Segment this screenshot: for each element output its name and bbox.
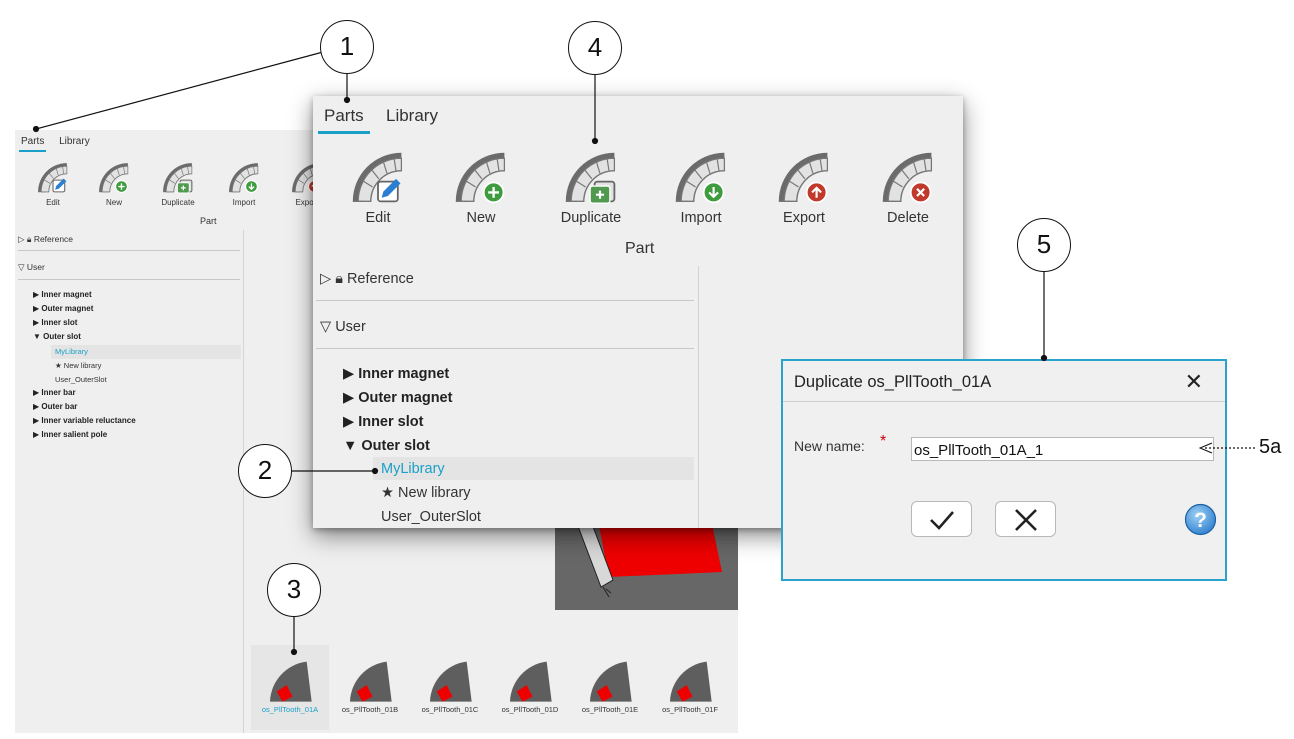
dialog-title: Duplicate os_PllTooth_01A [794,373,992,391]
required-marker: * [880,433,887,450]
small-edit-button[interactable]: Edit [23,162,83,207]
divider [18,279,240,280]
tree-reference[interactable]: ▷ 🔒︎ Reference [320,271,414,287]
active-tab-indicator [318,131,370,134]
close-icon[interactable]: ✕ [1185,369,1203,395]
tree-item-outer-magnet[interactable]: ▶ Outer magnet [343,390,452,406]
tree-item-outer-slot[interactable]: ▼ Outer slot [343,438,430,454]
close-icon [1015,509,1037,531]
callout-5: 5 [1017,218,1071,272]
help-icon[interactable]: ? [1184,503,1217,536]
edit-button[interactable]: Edit [328,151,428,226]
small-tab-bar: Parts Library [19,136,100,152]
part-thumbnail-icon [590,661,632,702]
part-thumbnail-icon [350,661,392,702]
small-tree-item[interactable]: ▶ Inner slot [33,318,77,327]
new-name-label: New name: [794,438,865,454]
tab-library[interactable]: Library [386,106,438,126]
small-tree-item[interactable]: ▶ Outer magnet [33,304,93,313]
callout-5a: 5a [1259,436,1282,458]
delete-icon [881,151,935,204]
small-tree-user[interactable]: ▽ User [18,262,45,273]
thumbnail-part[interactable]: os_PllTooth_01F [651,645,729,730]
small-tree-item[interactable]: ▶ Inner bar [33,388,76,397]
divider [316,300,694,301]
new-button[interactable]: New [431,151,531,226]
small-tab-library[interactable]: Library [57,136,92,150]
small-tree: ▷ 🔒︎ Reference ▽ User ▶ Inner magnet ▶ O… [15,230,243,733]
duplicate-icon [162,162,193,194]
import-button[interactable]: Import [651,151,751,226]
tree-user[interactable]: ▽ User [320,319,366,335]
new-icon [98,162,130,193]
small-tree-item[interactable]: ▼ Outer slot [33,332,81,341]
thumbnail-part[interactable]: os_PllTooth_01D [491,645,569,730]
thumbnail-part[interactable]: os_PllTooth_01B [331,645,409,730]
small-tree-reference[interactable]: ▷ 🔒︎ Reference [18,234,73,245]
small-tab-parts[interactable]: Parts [19,136,47,152]
lock-icon: 🔒︎ [26,234,32,244]
small-part-group-label: Part [200,216,217,226]
export-button[interactable]: Export [754,151,854,226]
small-tree-item[interactable]: ▶ Inner salient pole [33,430,107,439]
small-tree-leaf[interactable]: ★ New library [55,361,101,370]
duplicate-dialog: Duplicate os_PllTooth_01A ✕ New name: * … [781,359,1227,581]
tree-item-inner-slot[interactable]: ▶ Inner slot [343,414,423,430]
callout-3: 3 [267,563,321,617]
lock-icon: 🔒︎ [335,271,343,287]
small-tree-leaf-mylibrary[interactable]: MyLibrary [55,347,88,356]
small-tree-leaf[interactable]: User_OuterSlot [55,375,107,384]
edit-icon [37,162,69,193]
export-icon [777,151,831,204]
callout-2: 2 [238,444,292,498]
edit-icon [351,151,405,203]
tab-parts[interactable]: Parts [324,106,364,126]
thumbnail-part[interactable]: os_PllTooth_01E [571,645,649,730]
small-new-button[interactable]: New [84,162,144,207]
tree-leaf-mylibrary[interactable]: MyLibrary [381,461,445,477]
import-icon [674,151,728,204]
small-tree-item[interactable]: ▶ Inner magnet [33,290,92,299]
part-thumbnail-icon [510,661,552,702]
part-thumbnail-icon [430,661,472,702]
small-duplicate-button[interactable]: Duplicate [148,162,208,207]
thumbnail-part[interactable]: os_PllTooth_01C [411,645,489,730]
duplicate-button[interactable]: Duplicate [541,151,641,226]
cancel-button[interactable] [995,501,1056,537]
tree-item-inner-magnet[interactable]: ▶ Inner magnet [343,366,449,382]
small-tree-item[interactable]: ▶ Outer bar [33,402,77,411]
confirm-button[interactable] [911,501,972,537]
callout-1: 1 [320,20,374,74]
new-icon [454,151,508,204]
delete-button[interactable]: Delete [858,151,958,226]
tree-leaf-user-outerslot[interactable]: User_OuterSlot [381,509,481,525]
tree-leaf-new-library[interactable]: ★ New library [381,485,471,501]
import-icon [228,162,260,193]
part-thumbnail-icon [270,661,312,702]
part-thumbnail-icon [670,661,712,702]
part-group-label: Part [625,240,655,257]
small-tree-item[interactable]: ▶ Inner variable reluctance [33,416,136,425]
svg-text:?: ? [1194,509,1207,532]
small-import-button[interactable]: Import [214,162,274,207]
divider [316,348,694,349]
divider [18,250,240,251]
divider [698,266,699,528]
checkmark-icon [930,511,954,530]
thumbnail-part[interactable]: os_PllTooth_01A [251,645,329,730]
divider [783,401,1225,402]
duplicate-icon [564,151,616,204]
callout-4: 4 [568,21,622,75]
new-name-input[interactable] [911,437,1214,461]
